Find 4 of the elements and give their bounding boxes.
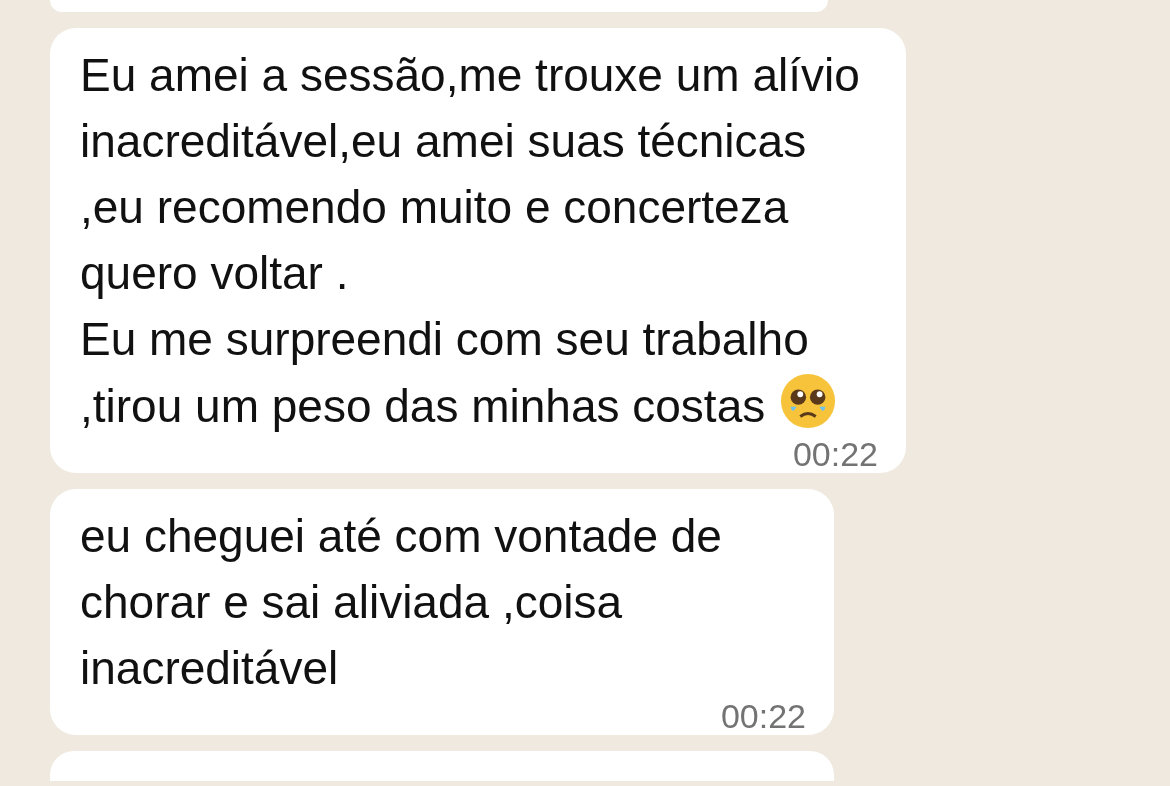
message-text: eu cheguei até com vontade de chorar e sai aliviada ,coisa inacreditável [80,509,723,696]
message-time: 00:22 [720,701,806,731]
message-text: Eu amei a sessão,me trouxe um alívio inacreditável,eu amei suas técnicas ,eu recomendo muito e concerteza quero voltar . Eu me surpreendi com seu trabalho ,tirou um peso das minhas costas [80,48,861,434]
message-time: 00:22 [792,439,878,469]
